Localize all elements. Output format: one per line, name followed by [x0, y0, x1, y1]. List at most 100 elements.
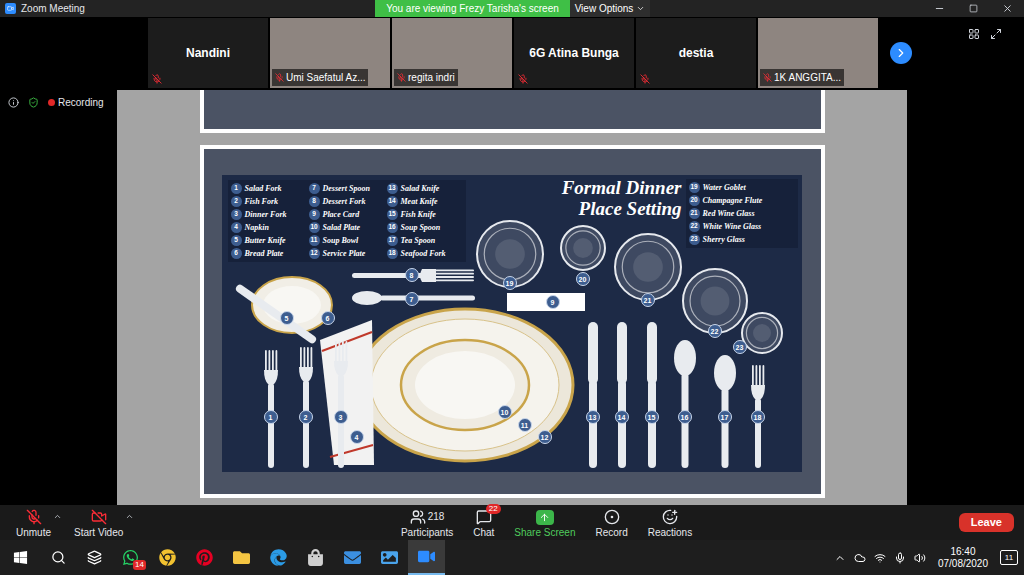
- participant-tile[interactable]: regita indri: [392, 18, 512, 88]
- record-button[interactable]: Record: [593, 508, 629, 538]
- toolbar-label: Chat: [473, 528, 494, 538]
- gallery-layout-icon[interactable]: [968, 28, 980, 40]
- legend-item: 10Salad Plate: [309, 222, 385, 233]
- red-wine-glass-icon: [615, 234, 681, 300]
- legend-label: Tea Spoon: [401, 237, 436, 245]
- app-badge: 14: [133, 560, 146, 570]
- place-setting-diagram: 1Salad Fork2Fish Fork3Dinner Fork4Napkin…: [222, 175, 802, 472]
- window-title: Zoom Meeting: [21, 4, 85, 14]
- view-options-button[interactable]: View Options: [570, 0, 650, 17]
- legend-item: 17Tea Spoon: [387, 235, 463, 246]
- legend-label: Red Wine Glass: [703, 210, 755, 218]
- taskbar-app[interactable]: [408, 540, 445, 575]
- legend-item: 5Butter Knife: [231, 235, 307, 246]
- share-button[interactable]: Share Screen: [512, 508, 577, 538]
- minimize-button[interactable]: [922, 3, 956, 14]
- search-button[interactable]: [40, 540, 76, 575]
- security-shield-icon[interactable]: [28, 97, 39, 108]
- participants-button[interactable]: 218Participants: [399, 508, 455, 538]
- video-button[interactable]: Start Video: [72, 508, 125, 538]
- tray-expand-icon[interactable]: [834, 552, 846, 564]
- fish-knife-icon: [647, 322, 657, 468]
- item-number-badge: 2: [299, 410, 313, 424]
- legend-number: 9: [309, 209, 320, 220]
- leave-button[interactable]: Leave: [959, 513, 1014, 532]
- item-number-badge: 12: [538, 430, 552, 444]
- legend-number: 21: [689, 208, 700, 219]
- legend-item: 21Red Wine Glass: [689, 208, 795, 219]
- recording-indicator[interactable]: Recording: [48, 98, 104, 108]
- taskbar-app[interactable]: [186, 540, 223, 575]
- taskbar-app[interactable]: [297, 540, 334, 575]
- participant-tile[interactable]: 6G Atina Bunga: [514, 18, 634, 88]
- chevron-down-icon: [636, 4, 645, 13]
- notifications-button[interactable]: 11: [1000, 550, 1018, 565]
- mic-icon[interactable]: [894, 552, 906, 564]
- legend-label: Butter Knife: [245, 237, 286, 245]
- legend-label: Salad Plate: [323, 224, 361, 232]
- options-caret-icon[interactable]: [53, 512, 62, 521]
- toolbar-label: Participants: [401, 528, 453, 538]
- mic-off-icon: [26, 509, 42, 525]
- mute-button[interactable]: Unmute: [14, 508, 53, 538]
- legend-item: 13Salad Knife: [387, 183, 463, 194]
- legend-label: Service Plate: [323, 250, 366, 258]
- current-slide: 1Salad Fork2Fish Fork3Dinner Fork4Napkin…: [200, 145, 825, 498]
- close-button[interactable]: [990, 3, 1024, 14]
- legend-label: Soup Bowl: [323, 237, 359, 245]
- legend-item: 9Place Card: [309, 209, 385, 220]
- start-button[interactable]: [0, 540, 40, 575]
- taskbar-app[interactable]: [260, 540, 297, 575]
- soup-spoon-icon: [674, 340, 696, 468]
- participant-tile[interactable]: Nandini: [148, 18, 268, 88]
- chat-button[interactable]: 22Chat: [471, 508, 496, 538]
- wifi-icon[interactable]: [874, 552, 886, 564]
- item-number-badge: 17: [718, 410, 732, 424]
- taskbar-app[interactable]: [149, 540, 186, 575]
- legend-item: 7Dessert Spoon: [309, 183, 385, 194]
- explorer-icon: [233, 549, 250, 566]
- reactions-button[interactable]: Reactions: [646, 508, 694, 538]
- legend-label: Champagne Flute: [703, 197, 763, 205]
- participant-tile[interactable]: destia: [636, 18, 756, 88]
- participant-name: Umi Saefatul Az...: [286, 70, 365, 85]
- item-number-badge: 5: [280, 311, 294, 325]
- volume-icon[interactable]: [914, 552, 926, 564]
- edge-icon: [270, 549, 287, 566]
- taskbar-app[interactable]: [223, 540, 260, 575]
- cloud-icon[interactable]: [854, 552, 866, 564]
- store-icon: [307, 549, 324, 566]
- meat-knife-icon: [617, 322, 627, 468]
- options-caret-icon[interactable]: [125, 512, 134, 521]
- legend-item: 19Water Goblet: [689, 182, 795, 193]
- legend-number: 1: [231, 183, 242, 194]
- maximize-button[interactable]: [956, 4, 990, 13]
- legend-item: 3Dinner Fork: [231, 209, 307, 220]
- legend-label: Fish Knife: [401, 211, 436, 219]
- task-view-button[interactable]: [76, 540, 112, 575]
- taskbar-app[interactable]: 14: [112, 540, 149, 575]
- taskbar-app[interactable]: [371, 540, 408, 575]
- legend-label: Meat Knife: [401, 198, 438, 206]
- participant-tile[interactable]: 1K ANGGITA...: [758, 18, 878, 88]
- dessert-spoon-icon: [352, 291, 475, 305]
- participant-tile[interactable]: Umi Saefatul Az...: [270, 18, 390, 88]
- legend-label: Place Card: [323, 211, 360, 219]
- next-page-button[interactable]: [890, 42, 912, 64]
- info-icon[interactable]: [8, 97, 19, 108]
- salad-fork-icon: [264, 350, 278, 468]
- legend-left: 1Salad Fork2Fish Fork3Dinner Fork4Napkin…: [228, 180, 466, 262]
- clock[interactable]: 16:4007/08/2020: [934, 546, 992, 570]
- muted-mic-icon: [640, 74, 650, 84]
- legend-number: 14: [387, 196, 398, 207]
- seafood-fork-icon: [751, 365, 765, 468]
- item-number-badge: 21: [641, 293, 655, 307]
- fullscreen-icon[interactable]: [990, 28, 1002, 40]
- taskbar-app[interactable]: [334, 540, 371, 575]
- toolbar-label: Record: [595, 528, 627, 538]
- legend-item: 18Seafood Fork: [387, 248, 463, 259]
- muted-mic-icon: [518, 74, 528, 84]
- legend-label: Water Goblet: [703, 184, 746, 192]
- legend-column: 1Salad Fork2Fish Fork3Dinner Fork4Napkin…: [231, 183, 307, 259]
- mail-icon: [344, 549, 361, 566]
